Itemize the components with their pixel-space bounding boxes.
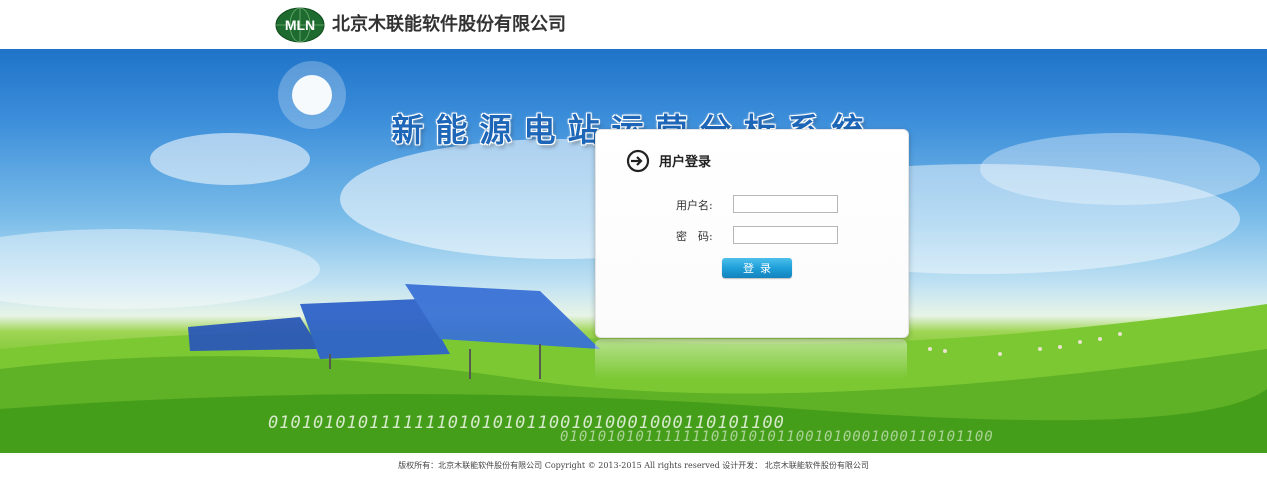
username-input[interactable] bbox=[733, 195, 838, 213]
header: MLN 北京木联能软件股份有限公司 bbox=[0, 0, 1267, 48]
company-name: 北京木联能软件股份有限公司 bbox=[332, 14, 566, 35]
company-logo: MLN bbox=[275, 7, 325, 43]
login-title: 用户登录 bbox=[659, 155, 712, 170]
password-input[interactable] bbox=[733, 226, 838, 244]
login-icon bbox=[626, 149, 650, 173]
logo-text: MLN bbox=[285, 17, 315, 33]
login-panel-reflection bbox=[595, 339, 907, 379]
password-label: 密 码: bbox=[676, 230, 713, 243]
login-panel: 用户登录 用户名: 密 码: 登录 bbox=[595, 129, 909, 338]
username-label: 用户名: bbox=[676, 199, 713, 212]
binary-decoration-reflection: 0101010101111111010101011001010001000110… bbox=[560, 429, 994, 445]
login-button[interactable]: 登录 bbox=[722, 258, 792, 278]
footer-copyright: 版权所有：北京木联能软件股份有限公司 Copyright © 2013-2015… bbox=[398, 461, 869, 470]
